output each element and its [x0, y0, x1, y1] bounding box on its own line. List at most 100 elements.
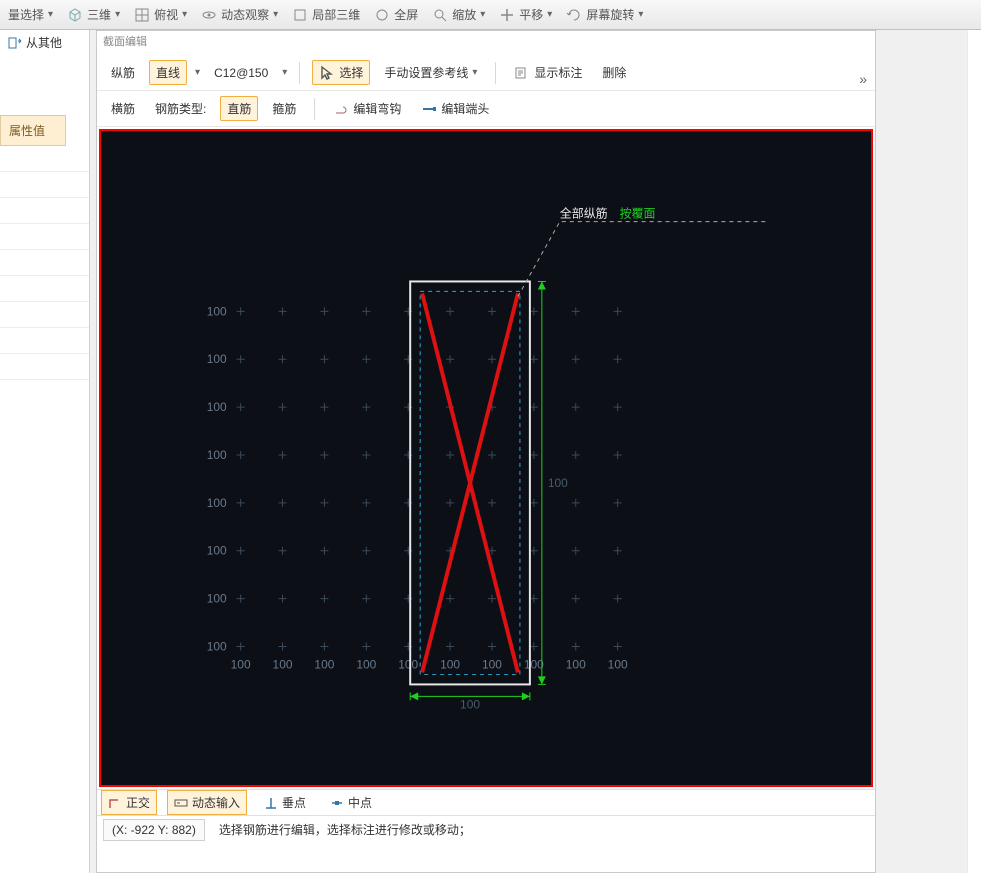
attribute-cell[interactable]: [0, 276, 89, 302]
perspective-button[interactable]: 俯视 ▾: [130, 4, 191, 25]
ortho-toggle[interactable]: 正交: [101, 790, 157, 815]
grid-icon: [134, 7, 150, 23]
zoom-icon: [432, 7, 448, 23]
view-3d-label: 三维: [87, 6, 111, 23]
screen-rotate-button[interactable]: 屏幕旋转 ▾: [562, 4, 647, 25]
attribute-cell[interactable]: [0, 354, 89, 380]
dim-right-arrow-bottom: [538, 676, 546, 684]
snap-status-bar: 正交 动态输入 垂点 中点: [97, 789, 875, 815]
delete-label: 删除: [602, 64, 626, 81]
mid-snap-toggle[interactable]: 中点: [323, 790, 379, 815]
left-panel: 从其他 属性值: [0, 30, 90, 873]
toolbar-overflow-button[interactable]: »: [859, 71, 867, 87]
perp-icon: [264, 796, 278, 810]
top-ribbon: 量选择 ▾ 三维 ▾ 俯视 ▾ 动态观察 ▾ 局部三维 全屏: [0, 0, 981, 30]
fullscreen-label: 全屏: [394, 6, 418, 23]
svg-text:100: 100: [207, 304, 227, 318]
orbit-button[interactable]: 动态观察 ▾: [197, 4, 282, 25]
manual-refline-button[interactable]: 手动设置参考线 ▾: [378, 61, 483, 84]
cursor-icon: [319, 65, 335, 81]
chevron-down-icon: ▾: [638, 9, 643, 20]
edit-end-label: 编辑端头: [441, 100, 489, 117]
screen-rotate-label: 屏幕旋转: [586, 6, 634, 23]
chevron-down-icon: ▾: [48, 9, 53, 20]
hook-icon: [333, 101, 349, 117]
svg-text:100: 100: [524, 657, 544, 671]
from-other-button[interactable]: 从其他: [0, 30, 89, 55]
pan-label: 平移: [519, 6, 543, 23]
rotate-icon: [566, 7, 582, 23]
attribute-cell[interactable]: [0, 172, 89, 198]
annotation-icon: [514, 65, 530, 81]
leader-line: [518, 222, 769, 297]
fullscreen-button[interactable]: 全屏: [370, 4, 422, 25]
svg-text:100: 100: [207, 400, 227, 414]
attribute-cell[interactable]: [0, 328, 89, 354]
mid-icon: [330, 796, 344, 810]
from-other-label: 从其他: [26, 34, 62, 51]
orbit-icon: [201, 7, 217, 23]
cube-icon: [67, 7, 83, 23]
attribute-cell[interactable]: [0, 224, 89, 250]
svg-text:100: 100: [231, 657, 251, 671]
line-tool-button[interactable]: 直线: [149, 60, 187, 85]
chevron-down-icon[interactable]: ▾: [195, 67, 200, 78]
pan-button[interactable]: 平移 ▾: [495, 4, 556, 25]
local-3d-button[interactable]: 局部三维: [288, 4, 364, 25]
straight-rebar-button[interactable]: 直筋: [220, 96, 258, 121]
manual-refline-label: 手动设置参考线: [384, 64, 468, 81]
chevron-down-icon: ▾: [273, 9, 278, 20]
stirrup-label: 箍筋: [272, 100, 296, 117]
select-tool-button[interactable]: 选择: [312, 60, 370, 85]
chevron-down-icon: ▾: [115, 9, 120, 20]
grid-row-labels: 100100100100100100100100: [207, 304, 227, 653]
attribute-cell[interactable]: [0, 198, 89, 224]
stirrup-button[interactable]: 箍筋: [266, 97, 302, 120]
end-icon: [421, 101, 437, 117]
section-editor-panel: 截面编辑 » 纵筋 直线 ▾ C12@150 ▾ 选择 手动设置参考线 ▾ 显示…: [96, 30, 876, 873]
svg-text:100: 100: [207, 352, 227, 366]
import-icon: [6, 35, 22, 51]
edit-hook-label: 编辑弯钩: [353, 100, 401, 117]
svg-text:100: 100: [207, 496, 227, 510]
svg-text:100: 100: [398, 657, 418, 671]
chevron-down-icon[interactable]: ▾: [282, 67, 287, 78]
chevron-down-icon: ▾: [182, 9, 187, 20]
dim-right-text[interactable]: 100: [548, 476, 568, 490]
label-all-vertical[interactable]: 全部纵筋: [560, 206, 608, 221]
grid-col-labels: 100100100100100100100100100100: [231, 657, 628, 671]
vertical-rebar-label: 纵筋: [105, 61, 141, 84]
show-annotation-button[interactable]: 显示标注: [508, 61, 588, 84]
footer-bar: (X: -922 Y: 882) 选择钢筋进行编辑，选择标注进行修改或移动；: [97, 815, 875, 843]
dyn-input-toggle[interactable]: 动态输入: [167, 790, 247, 815]
canvas-svg[interactable]: 100 100 100 100 100 100 100 100 100 100 100 100 100…: [101, 131, 871, 785]
edit-hook-button[interactable]: 编辑弯钩: [327, 97, 407, 120]
select-tool-label: 选择: [339, 64, 363, 81]
dyn-input-icon: [174, 796, 188, 810]
svg-text:100: 100: [608, 657, 628, 671]
svg-text:100: 100: [440, 657, 460, 671]
zoom-button[interactable]: 缩放 ▾: [428, 4, 489, 25]
label-by-cover[interactable]: 按覆面: [620, 207, 656, 221]
svg-text:100: 100: [482, 657, 502, 671]
edit-end-button[interactable]: 编辑端头: [415, 97, 495, 120]
dyn-input-label: 动态输入: [192, 794, 240, 811]
attribute-cell[interactable]: [0, 146, 89, 172]
zoom-label: 缩放: [452, 6, 476, 23]
drawing-canvas[interactable]: 100 100 100 100 100 100 100 100 100 100 100 100 100…: [99, 129, 873, 787]
svg-text:100: 100: [207, 592, 227, 606]
rebar-spec-value: C12@150: [214, 66, 268, 80]
view-3d-button[interactable]: 三维 ▾: [63, 4, 124, 25]
fullscreen-icon: [374, 7, 390, 23]
delete-button[interactable]: 删除: [596, 61, 632, 84]
right-strip: [967, 30, 981, 873]
attribute-cell[interactable]: [0, 302, 89, 328]
dim-bottom-text[interactable]: 100: [460, 697, 480, 711]
perp-snap-toggle[interactable]: 垂点: [257, 790, 313, 815]
straight-rebar-label: 直筋: [227, 100, 251, 117]
rebar-spec-dropdown[interactable]: C12@150: [208, 63, 274, 83]
attribute-cell[interactable]: [0, 250, 89, 276]
svg-text:100: 100: [314, 657, 334, 671]
batch-select-button[interactable]: 量选择 ▾: [4, 4, 57, 25]
chevron-down-icon: ▾: [472, 67, 477, 78]
